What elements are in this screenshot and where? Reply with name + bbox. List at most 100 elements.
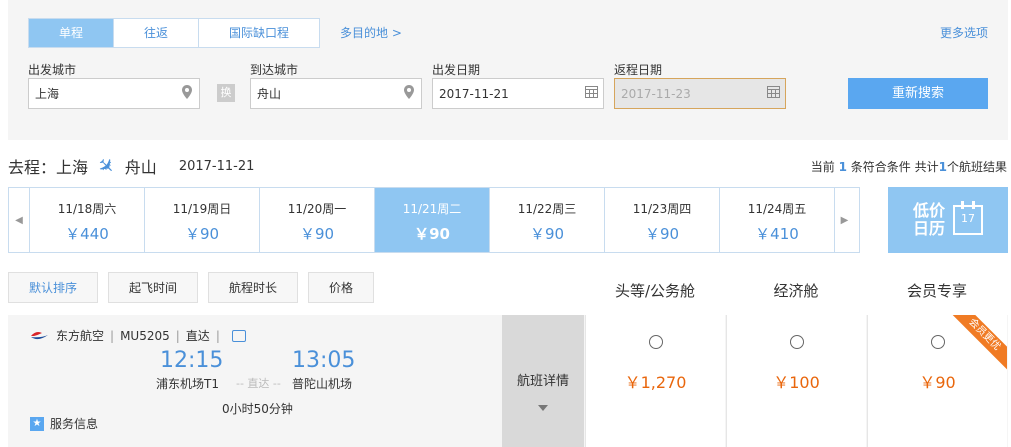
price-cell-economy: ￥100 bbox=[726, 315, 866, 447]
separator: | bbox=[110, 328, 115, 343]
aircraft-info-icon[interactable] bbox=[231, 329, 246, 342]
flight-type: 直达 bbox=[185, 329, 210, 343]
price-cell-member: 会员更优 ￥90 bbox=[867, 315, 1007, 447]
airplane-icon: ✈ bbox=[92, 151, 121, 181]
tab-open-jaw[interactable]: 国际缺口程 bbox=[199, 19, 319, 47]
departure-time: 12:15 bbox=[160, 348, 224, 373]
date-cell-selected[interactable]: 11/21周二 ￥90 bbox=[374, 188, 489, 252]
calendar-icon bbox=[761, 86, 785, 101]
route-date: 2017-11-21 bbox=[178, 158, 255, 174]
route-prefix: 去程： bbox=[8, 158, 57, 177]
star-icon: ★ bbox=[30, 416, 44, 431]
result-text: 个航班结果 bbox=[946, 160, 1007, 174]
depart-city-label: 出发城市 bbox=[28, 63, 77, 77]
arrival-time: 13:05 bbox=[292, 348, 356, 373]
more-options-link[interactable]: 更多选项 bbox=[940, 24, 988, 41]
calendar-icon bbox=[579, 86, 603, 101]
low-price-calendar-button[interactable]: 低价 日历 17 bbox=[888, 187, 1008, 253]
swap-cities-button[interactable]: 换 bbox=[217, 84, 235, 102]
date-cell[interactable]: 11/19周日 ￥90 bbox=[144, 188, 259, 252]
result-count: 当前 1 条符合条件 共计1个航班结果 bbox=[811, 158, 1007, 175]
result-count-number: 1 bbox=[838, 160, 847, 174]
flight-number: MU5205 bbox=[120, 328, 170, 343]
select-radio-first-business[interactable] bbox=[648, 335, 663, 349]
date-price: ￥90 bbox=[529, 225, 565, 243]
price-economy: ￥100 bbox=[773, 373, 820, 392]
price-cell-first-business: ￥1,270 bbox=[585, 315, 725, 447]
airline-info: 东方航空 | MU5205 | 直达 | bbox=[30, 327, 246, 344]
member-ribbon: 会员更优 bbox=[947, 315, 1007, 375]
separator: | bbox=[175, 328, 180, 343]
flight-row: 东方航空 | MU5205 | 直达 | 12:15 13:05 浦东机场T1 … bbox=[8, 315, 1008, 447]
date-label: 11/24周五 bbox=[747, 202, 807, 216]
return-date-field[interactable]: 2017-11-23 bbox=[614, 78, 786, 109]
date-cell[interactable]: 11/18周六 ￥440 bbox=[29, 188, 144, 252]
depart-city-field[interactable]: 上海 bbox=[28, 78, 200, 109]
trip-type-tabs: 单程 往返 国际缺口程 bbox=[28, 18, 320, 48]
flight-details-button[interactable]: 航班详情 bbox=[502, 315, 584, 447]
member-ribbon-label: 会员更优 bbox=[947, 315, 1007, 373]
date-cell[interactable]: 11/23周四 ￥90 bbox=[604, 188, 719, 252]
flight-details-label: 航班详情 bbox=[516, 374, 569, 389]
cabin-header-member: 会员专享 bbox=[906, 282, 967, 300]
tab-round-trip[interactable]: 往返 bbox=[114, 19, 199, 47]
return-date-value: 2017-11-23 bbox=[621, 86, 691, 101]
date-label: 11/22周三 bbox=[517, 202, 577, 216]
date-label: 11/19周日 bbox=[172, 202, 232, 216]
sort-duration[interactable]: 航程时长 bbox=[208, 272, 298, 303]
date-label: 11/20周一 bbox=[287, 202, 347, 216]
chevron-down-icon bbox=[538, 405, 548, 411]
date-price-strip: ◀ 11/18周六 ￥440 11/19周日 ￥90 11/20周一 ￥90 11/2… bbox=[8, 187, 860, 253]
route-from: 上海 bbox=[56, 158, 89, 177]
select-radio-member[interactable] bbox=[930, 335, 945, 349]
arrive-city-label: 到达城市 bbox=[250, 63, 299, 77]
search-panel: 单程 往返 国际缺口程 多目的地 > 更多选项 出发城市 上海 换 到达城市 舟… bbox=[8, 0, 1008, 140]
separator: | bbox=[215, 328, 220, 343]
route-to: 舟山 bbox=[124, 158, 157, 177]
location-pin-icon bbox=[397, 85, 421, 102]
date-cell[interactable]: 11/20周一 ￥90 bbox=[259, 188, 374, 252]
date-price: ￥90 bbox=[184, 225, 220, 243]
low-price-calendar-line2: 日历 bbox=[912, 219, 945, 238]
date-price: ￥90 bbox=[414, 225, 450, 243]
date-label: 11/23周四 bbox=[632, 202, 692, 216]
service-info[interactable]: ★ 服务信息 bbox=[30, 415, 98, 432]
date-cell[interactable]: 11/24周五 ￥410 bbox=[719, 188, 834, 252]
result-total-number: 1 bbox=[938, 160, 947, 174]
date-label: 11/21周二 bbox=[402, 202, 462, 216]
multi-destination-link[interactable]: 多目的地 > bbox=[340, 24, 402, 41]
result-text: 当前 bbox=[810, 160, 835, 174]
tab-one-way[interactable]: 单程 bbox=[29, 19, 114, 47]
date-cell[interactable]: 11/22周三 ￥90 bbox=[489, 188, 604, 252]
arrive-city-field[interactable]: 舟山 bbox=[250, 78, 422, 109]
depart-date-value: 2017-11-21 bbox=[439, 86, 509, 101]
result-text: 条符合条件 共计 bbox=[850, 160, 939, 174]
sort-price[interactable]: 价格 bbox=[308, 272, 374, 303]
departure-airport: 浦东机场T1 bbox=[156, 377, 219, 391]
sort-default[interactable]: 默认排序 bbox=[8, 272, 98, 303]
depart-city-value: 上海 bbox=[35, 87, 60, 101]
service-info-label: 服务信息 bbox=[50, 417, 99, 431]
date-price: ￥410 bbox=[755, 225, 799, 243]
location-pin-icon bbox=[175, 85, 199, 102]
low-price-calendar-label: 低价 日历 bbox=[913, 202, 945, 238]
date-price: ￥90 bbox=[644, 225, 680, 243]
flight-duration: 0小时50分钟 bbox=[222, 402, 293, 416]
depart-date-field[interactable]: 2017-11-21 bbox=[432, 78, 604, 109]
date-label: 11/18周六 bbox=[57, 202, 117, 216]
direct-indicator: -- 直达 -- bbox=[236, 377, 281, 390]
cabin-header-first-business: 头等/公务舱 bbox=[614, 282, 696, 300]
date-price: ￥440 bbox=[65, 225, 109, 243]
prev-dates-arrow[interactable]: ◀ bbox=[9, 188, 29, 252]
low-price-calendar-line1: 低价 bbox=[912, 201, 945, 220]
price-first-business: ￥1,270 bbox=[624, 373, 687, 392]
return-date-label: 返程日期 bbox=[614, 63, 663, 77]
next-dates-arrow[interactable]: ▶ bbox=[834, 188, 854, 252]
china-eastern-logo-icon bbox=[30, 329, 50, 343]
research-button[interactable]: 重新搜索 bbox=[848, 78, 988, 109]
cabin-header-economy: 经济舱 bbox=[773, 282, 819, 300]
date-price: ￥90 bbox=[299, 225, 335, 243]
select-radio-economy[interactable] bbox=[789, 335, 804, 349]
arrive-city-value: 舟山 bbox=[257, 87, 282, 101]
sort-departure-time[interactable]: 起飞时间 bbox=[108, 272, 198, 303]
